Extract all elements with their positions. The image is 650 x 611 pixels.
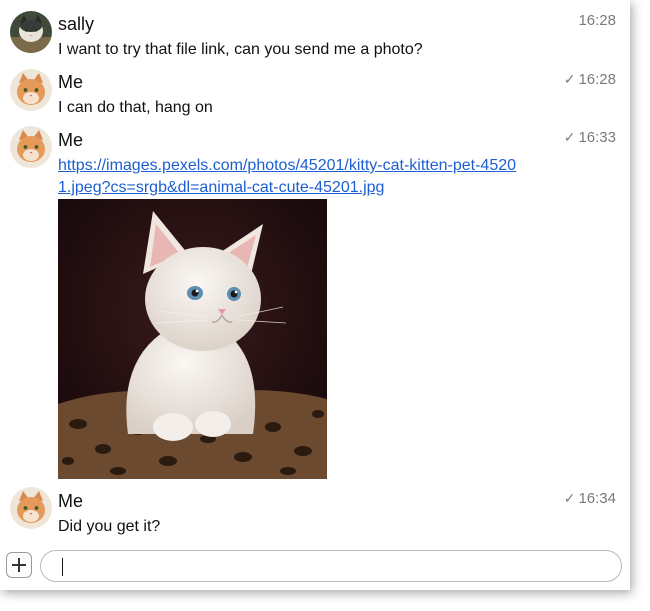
sender-name: Me [58, 491, 84, 511]
timestamp-text: 16:28 [578, 12, 616, 29]
sender-name: Me [58, 72, 84, 92]
my-avatar[interactable] [10, 126, 52, 168]
cat-avatar-icon [10, 487, 52, 529]
cat-avatar-icon [10, 69, 52, 111]
message-timestamp: 16:28 [578, 12, 616, 30]
timestamp-text: 16:28 [578, 71, 616, 88]
message-text: I can do that, hang on [58, 99, 213, 116]
message-text: Did you get it? [58, 518, 161, 535]
delivered-check-icon: ✓ [563, 490, 576, 506]
sally-avatar[interactable] [10, 11, 52, 53]
cat-avatar-icon [10, 11, 52, 53]
my-avatar[interactable] [10, 487, 52, 529]
timestamp-text: 16:33 [578, 129, 616, 146]
kitten-photo-image [58, 199, 327, 479]
delivered-check-icon: ✓ [563, 71, 576, 87]
text-caret [62, 558, 63, 576]
message-composer [0, 545, 630, 590]
cat-avatar-icon [10, 126, 52, 168]
my-avatar[interactable] [10, 69, 52, 111]
message-timestamp: ✓ 16:28 [564, 70, 616, 89]
sender-name: sally [58, 14, 95, 34]
photo-link[interactable]: https://images.pexels.com/photos/45201/k… [58, 155, 528, 199]
plus-icon[interactable] [6, 552, 32, 578]
message-timestamp: ✓ 16:34 [564, 489, 616, 508]
message-input[interactable] [40, 550, 622, 582]
sender-name: Me [58, 130, 84, 150]
message-timestamp: ✓ 16:33 [564, 128, 616, 147]
message-text: I want to try that file link, can you se… [58, 41, 423, 58]
chat-window: sally 16:28 I want to try that file link… [0, 0, 630, 590]
delivered-check-icon: ✓ [563, 129, 576, 145]
timestamp-text: 16:34 [578, 490, 616, 507]
kitten-photo[interactable] [58, 199, 327, 479]
